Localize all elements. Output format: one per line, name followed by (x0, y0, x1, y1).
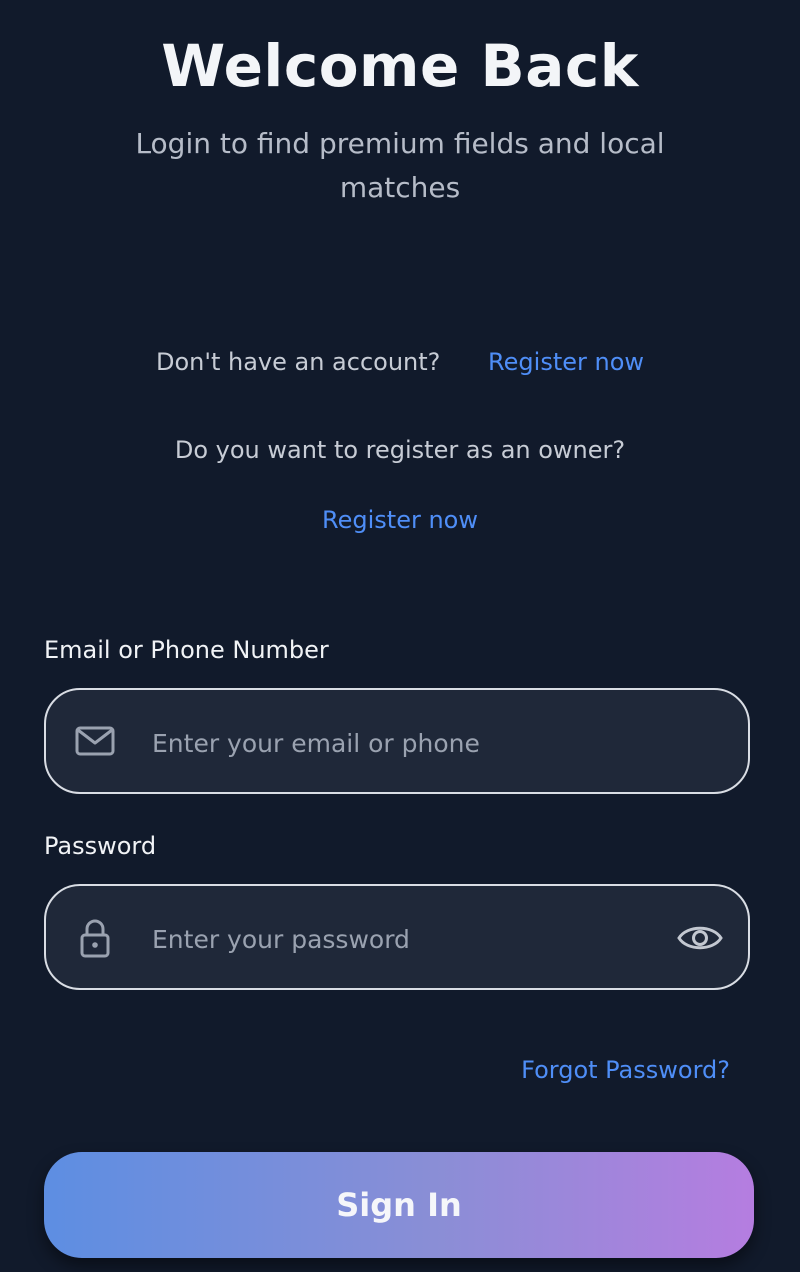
email-field-container (44, 688, 750, 794)
login-screen: Welcome Back Login to find premium field… (0, 0, 800, 1272)
page-title: Welcome Back (161, 32, 639, 100)
register-prompt: Don't have an account? (155, 348, 441, 376)
email-label: Email or Phone Number (44, 636, 329, 664)
password-label: Password (44, 832, 157, 860)
lock-icon (80, 919, 110, 958)
page-subtitle: Login to find premium fields and local m… (135, 127, 665, 204)
owner-register-link[interactable]: Register now (322, 506, 478, 534)
register-now-link[interactable]: Register now (488, 348, 644, 376)
owner-register-prompt: Do you want to register as an owner? (174, 436, 626, 464)
eye-icon[interactable] (676, 920, 724, 956)
password-input[interactable] (150, 910, 674, 968)
owner-register-row: Register now (0, 506, 800, 534)
password-field-container (44, 884, 750, 990)
sign-in-button[interactable]: Sign In (44, 1152, 754, 1258)
forgot-password-link[interactable]: Forgot Password? (521, 1056, 730, 1084)
mail-icon (75, 726, 115, 756)
email-input[interactable] (150, 714, 674, 772)
register-row: Don't have an account? Register now (0, 348, 800, 376)
